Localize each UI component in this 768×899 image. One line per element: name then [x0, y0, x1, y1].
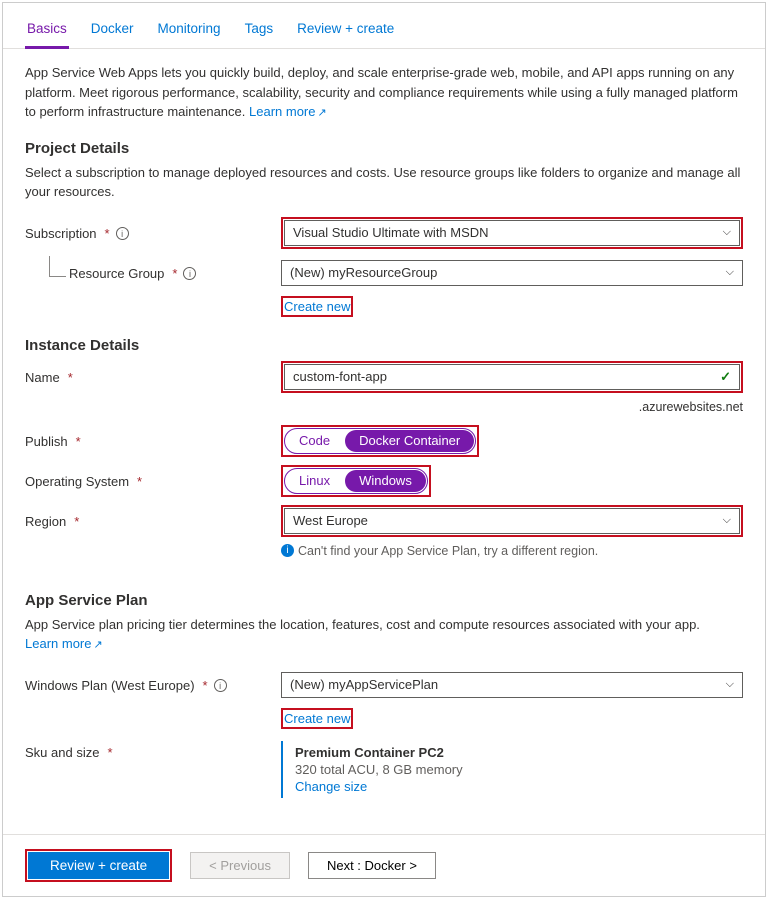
review-create-button[interactable]: Review + create: [28, 852, 169, 879]
windows-plan-label: Windows Plan (West Europe): [25, 678, 195, 693]
name-input[interactable]: custom-font-app ✓: [284, 364, 740, 390]
tab-monitoring[interactable]: Monitoring: [156, 13, 223, 48]
project-details-desc: Select a subscription to manage deployed…: [25, 163, 743, 202]
subscription-label: Subscription: [25, 226, 97, 241]
info-icon[interactable]: i: [183, 267, 196, 280]
os-linux-option[interactable]: Linux: [285, 469, 344, 493]
sku-label: Sku and size: [25, 745, 99, 760]
domain-suffix: .azurewebsites.net: [281, 400, 743, 414]
next-button[interactable]: Next : Docker >: [308, 852, 436, 879]
previous-button: < Previous: [190, 852, 290, 879]
learn-more-link[interactable]: Learn more↗: [249, 104, 327, 119]
change-size-link[interactable]: Change size: [295, 779, 743, 794]
sku-detail: 320 total ACU, 8 GB memory: [295, 762, 743, 777]
instance-details-heading: Instance Details: [25, 337, 743, 354]
tab-bar: Basics Docker Monitoring Tags Review + c…: [3, 3, 765, 49]
chevron-down-icon: ⌵: [723, 226, 731, 239]
publish-toggle: Code Docker Container: [284, 428, 476, 454]
tab-basics[interactable]: Basics: [25, 13, 69, 49]
publish-docker-option[interactable]: Docker Container: [345, 430, 474, 452]
os-toggle: Linux Windows: [284, 468, 428, 494]
publish-label: Publish: [25, 434, 68, 449]
intro-text: App Service Web Apps lets you quickly bu…: [25, 63, 743, 122]
check-icon: ✓: [720, 369, 731, 385]
chevron-down-icon: ⌵: [723, 514, 731, 527]
sku-block: Premium Container PC2 320 total ACU, 8 G…: [281, 741, 743, 798]
plan-learn-more-link[interactable]: Learn more↗: [25, 636, 103, 651]
info-icon[interactable]: i: [214, 679, 227, 692]
resource-group-label: Resource Group: [69, 266, 164, 281]
publish-code-option[interactable]: Code: [285, 429, 344, 453]
os-windows-option[interactable]: Windows: [345, 470, 426, 492]
create-new-rg-link[interactable]: Create new: [284, 299, 350, 314]
tab-review[interactable]: Review + create: [295, 13, 396, 48]
tab-tags[interactable]: Tags: [243, 13, 276, 48]
plan-select[interactable]: (New) myAppServicePlan ⌵: [281, 672, 743, 698]
chevron-down-icon: ⌵: [726, 266, 734, 279]
external-link-icon: ↗: [317, 107, 326, 119]
sku-title: Premium Container PC2: [295, 745, 743, 760]
subscription-select[interactable]: Visual Studio Ultimate with MSDN ⌵: [284, 220, 740, 246]
project-details-heading: Project Details: [25, 140, 743, 157]
region-helper-text: i Can't find your App Service Plan, try …: [281, 544, 743, 558]
plan-desc: App Service plan pricing tier determines…: [25, 615, 743, 654]
footer-bar: Review + create < Previous Next : Docker…: [3, 834, 765, 896]
create-new-plan-link[interactable]: Create new: [284, 711, 350, 726]
app-service-plan-heading: App Service Plan: [25, 592, 743, 609]
intro-body: App Service Web Apps lets you quickly bu…: [25, 65, 738, 119]
name-label: Name: [25, 370, 60, 385]
required-asterisk: *: [105, 226, 110, 241]
info-bullet-icon: i: [281, 544, 294, 557]
resource-group-select[interactable]: (New) myResourceGroup ⌵: [281, 260, 743, 286]
region-select[interactable]: West Europe ⌵: [284, 508, 740, 534]
external-link-icon: ↗: [93, 639, 102, 651]
tab-docker[interactable]: Docker: [89, 13, 136, 48]
os-label: Operating System: [25, 474, 129, 489]
info-icon[interactable]: i: [116, 227, 129, 240]
region-label: Region: [25, 514, 66, 529]
chevron-down-icon: ⌵: [726, 678, 734, 691]
